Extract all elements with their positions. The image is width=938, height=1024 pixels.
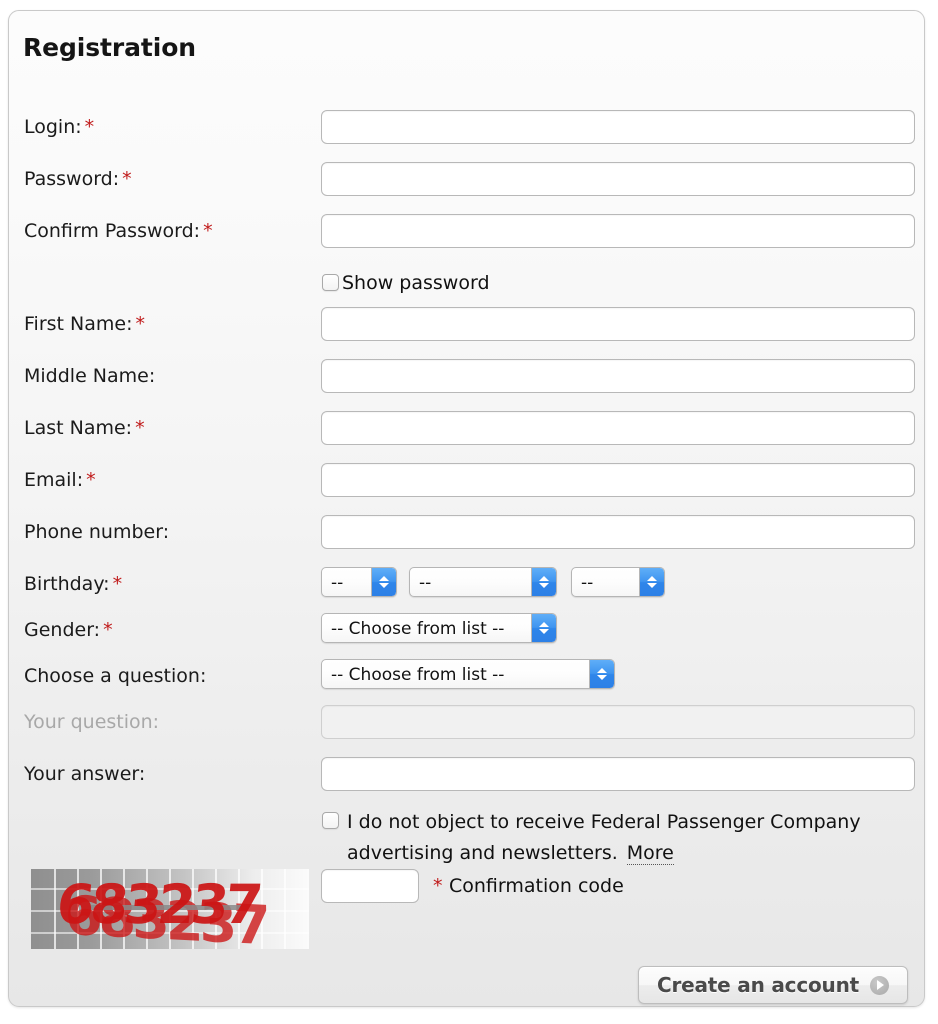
form-row-first-name: First Name: *: [9, 307, 924, 341]
form-row-login: Login: *: [9, 110, 924, 144]
birthday-day-select[interactable]: --: [321, 567, 397, 597]
email-input[interactable]: [321, 463, 915, 497]
your-question-input: [321, 705, 915, 739]
form-row-your-question: Your question:: [9, 705, 924, 739]
form-row-last-name: Last Name: *: [9, 411, 924, 445]
form-row-confirm-password: Confirm Password: *: [9, 214, 924, 248]
form-row-show-password: Show password: [9, 266, 924, 300]
label-first-name: First Name: *: [24, 313, 145, 335]
middle-name-input[interactable]: [321, 359, 915, 393]
phone-number-input[interactable]: [321, 515, 915, 549]
label-middle-name: Middle Name:: [24, 365, 156, 387]
arrow-right-icon: [869, 975, 889, 995]
label-last-name: Last Name: *: [24, 417, 145, 439]
consent-text-block: I do not object to receive Federal Passe…: [347, 807, 907, 869]
chevron-updown-icon[interactable]: [371, 568, 396, 596]
label-email: Email: *: [24, 469, 96, 491]
registration-card: Registration Login: * Password: * Confirm …: [8, 10, 925, 1007]
label-password: Password: *: [24, 168, 132, 190]
birthday-year-select[interactable]: --: [571, 567, 665, 597]
label-confirm-password: Confirm Password: *: [24, 220, 213, 242]
more-link[interactable]: More: [626, 842, 674, 865]
form-row-password: Password: *: [9, 162, 924, 196]
consent-checkbox[interactable]: [322, 812, 339, 829]
label-phone-number: Phone number:: [24, 521, 170, 543]
label-gender: Gender: *: [24, 619, 113, 641]
your-answer-input[interactable]: [321, 757, 915, 791]
registration-page: Registration Login: * Password: * Confirm …: [0, 0, 938, 1024]
password-input[interactable]: [321, 162, 915, 196]
required-asterisk: *: [135, 417, 145, 439]
gender-value: -- Choose from list --: [331, 619, 505, 639]
last-name-input[interactable]: [321, 411, 915, 445]
label-confirmation-code: Confirmation code: [449, 875, 624, 897]
required-asterisk: *: [433, 875, 443, 897]
form-row-your-answer: Your answer:: [9, 757, 924, 791]
create-account-label: Create an account: [657, 973, 859, 997]
confirm-password-input[interactable]: [321, 214, 915, 248]
required-asterisk: *: [135, 313, 145, 335]
form-row-birthday: Birthday: * -- -- --: [9, 567, 924, 601]
confirmation-code-input[interactable]: [321, 869, 419, 903]
form-row-middle-name: Middle Name:: [9, 359, 924, 393]
chevron-updown-icon[interactable]: [531, 614, 556, 642]
required-asterisk: *: [112, 573, 123, 595]
required-asterisk: *: [86, 469, 96, 491]
form-row-email: Email: *: [9, 463, 924, 497]
required-asterisk: *: [122, 168, 132, 190]
birthday-year-value: --: [581, 573, 594, 593]
birthday-month-value: --: [419, 573, 432, 593]
birthday-day-value: --: [331, 573, 344, 593]
create-account-button[interactable]: Create an account: [638, 966, 908, 1004]
form-row-phone: Phone number:: [9, 515, 924, 549]
first-name-input[interactable]: [321, 307, 915, 341]
required-asterisk: *: [103, 619, 113, 641]
login-input[interactable]: [321, 110, 915, 144]
label-login: Login: *: [24, 116, 95, 138]
form-row-gender: Gender: * -- Choose from list --: [9, 613, 924, 647]
label-your-answer: Your answer:: [24, 763, 146, 785]
label-choose-question: Choose a question:: [24, 665, 207, 687]
page-title: Registration: [23, 33, 196, 62]
question-value: -- Choose from list --: [331, 665, 505, 685]
chevron-updown-icon[interactable]: [639, 568, 664, 596]
chevron-updown-icon[interactable]: [531, 568, 556, 596]
label-your-question: Your question:: [24, 711, 160, 733]
form-row-question: Choose a question: -- Choose from list -…: [9, 659, 924, 693]
required-asterisk: *: [84, 116, 95, 138]
required-asterisk: *: [203, 220, 213, 242]
gender-select[interactable]: -- Choose from list --: [321, 613, 557, 643]
show-password-checkbox[interactable]: [322, 274, 339, 291]
question-select[interactable]: -- Choose from list --: [321, 659, 615, 689]
show-password-label: Show password: [342, 272, 490, 294]
chevron-updown-icon[interactable]: [589, 660, 614, 688]
birthday-month-select[interactable]: --: [409, 567, 557, 597]
consent-text: I do not object to receive Federal Passe…: [347, 811, 861, 864]
label-birthday: Birthday: *: [24, 573, 123, 595]
